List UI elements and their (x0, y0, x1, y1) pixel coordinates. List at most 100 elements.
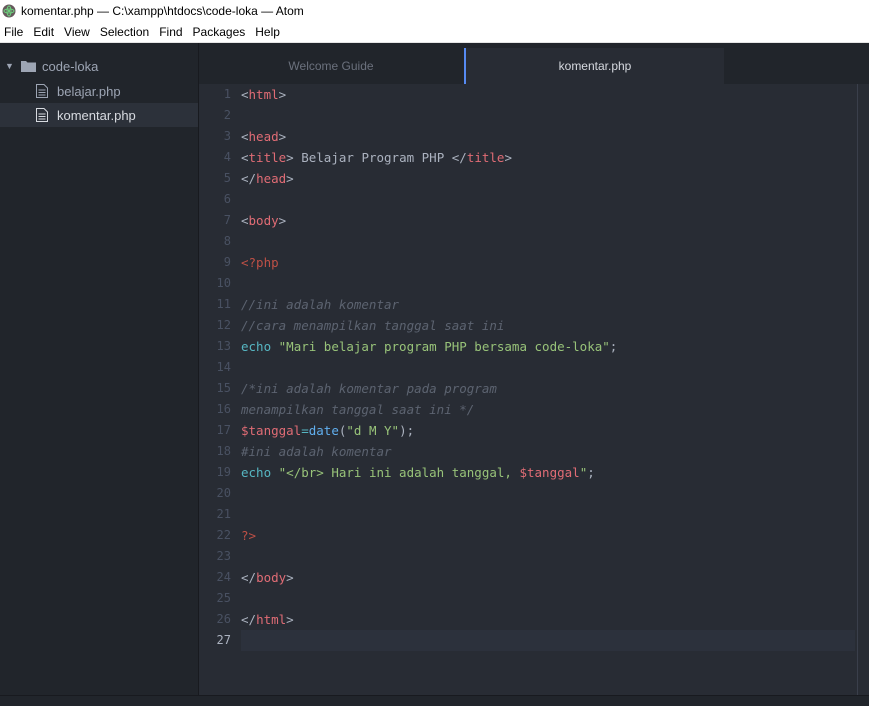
menu-help[interactable]: Help (251, 25, 286, 39)
line-number: 10 (216, 276, 231, 290)
code-token: > (278, 87, 287, 102)
code-token: title (466, 150, 505, 165)
code-line[interactable]: <title> Belajar Program PHP </title> (241, 147, 855, 168)
tree-file-label: belajar.php (57, 83, 121, 99)
code-token: "</br> Hari ini adalah tanggal, (278, 465, 520, 480)
code-line[interactable] (241, 588, 855, 609)
file-text-icon (36, 84, 48, 98)
window-title: komentar.php — C:\xampp\htdocs\code-loka… (21, 4, 304, 18)
code-token: < (241, 129, 249, 144)
code-token: #ini adalah komentar (241, 444, 392, 459)
code-editor[interactable]: 1 2 3 4 5 6 7 8 9 10 11 12 13 14 15 16 17 18 19 20 21 22 23 24 2… (199, 84, 869, 695)
line-number: 7 (223, 213, 231, 227)
code-token: = (301, 423, 309, 438)
code-line[interactable]: ?> (241, 525, 855, 546)
code-area[interactable]: <html> <head> <title> Belajar Program PHP … (241, 84, 855, 651)
code-token: > (278, 213, 287, 228)
code-line[interactable] (241, 357, 855, 378)
line-number: 12 (216, 318, 231, 332)
code-line[interactable]: </body> (241, 567, 855, 588)
code-token: </ (451, 150, 467, 165)
status-bar (0, 695, 869, 706)
code-token: ?> (241, 528, 257, 543)
menu-find[interactable]: Find (155, 25, 188, 39)
menu-file[interactable]: File (0, 25, 29, 39)
window-titlebar: komentar.php — C:\xampp\htdocs\code-loka… (0, 0, 869, 22)
code-token: /*ini adalah komentar pada program (241, 381, 497, 396)
code-line[interactable]: </html> (241, 609, 855, 630)
line-number: 1 (223, 87, 231, 101)
code-token: echo (241, 465, 279, 480)
code-line[interactable]: echo "</br> Hari ini adalah tanggal, $ta… (241, 462, 855, 483)
code-line[interactable]: </head> (241, 168, 855, 189)
atom-logo-icon (2, 4, 16, 18)
code-token: date (308, 423, 339, 438)
code-line[interactable] (241, 504, 855, 525)
tree-root-label: code-loka (42, 58, 99, 74)
code-line[interactable] (241, 189, 855, 210)
code-token: ); (399, 423, 415, 438)
line-number: 8 (223, 234, 231, 248)
code-line[interactable] (241, 546, 855, 567)
tab-komentar-php[interactable]: komentar.php (464, 48, 724, 84)
line-number: 22 (216, 528, 231, 542)
code-token: > (286, 570, 294, 585)
code-token: "Mari belajar program PHP bersama code-l… (278, 339, 610, 354)
code-token: <?php (241, 255, 279, 270)
tab-label: Welcome Guide (288, 59, 374, 73)
code-line[interactable]: <html> (241, 84, 855, 105)
line-number: 27 (216, 633, 231, 647)
code-line[interactable]: <head> (241, 126, 855, 147)
line-number: 17 (216, 423, 231, 437)
code-token: > (286, 150, 302, 165)
tree-root-folder[interactable]: ▼ code-loka (0, 53, 198, 79)
code-token: ; (587, 465, 595, 480)
line-number: 2 (223, 108, 231, 122)
code-line[interactable]: $tanggal=date("d M Y"); (241, 420, 855, 441)
file-text-icon (36, 108, 48, 122)
code-line[interactable] (241, 483, 855, 504)
code-line[interactable]: //ini adalah komentar (241, 294, 855, 315)
line-number: 5 (223, 171, 231, 185)
code-line[interactable]: /*ini adalah komentar pada program (241, 378, 855, 399)
menu-edit[interactable]: Edit (29, 25, 60, 39)
code-token: $tanggal (241, 423, 302, 438)
code-token: < (241, 87, 249, 102)
chevron-down-icon[interactable]: ▼ (5, 61, 15, 71)
code-line[interactable]: <body> (241, 210, 855, 231)
line-number: 6 (223, 192, 231, 206)
code-token: //ini adalah komentar (241, 297, 400, 312)
code-line[interactable]: <?php (241, 252, 855, 273)
code-line[interactable]: echo "Mari belajar program PHP bersama c… (241, 336, 855, 357)
code-token: html (248, 87, 279, 102)
code-token: body (256, 570, 287, 585)
code-token: head (256, 171, 287, 186)
line-number: 11 (216, 297, 231, 311)
line-number: 16 (216, 402, 231, 416)
line-number: 26 (216, 612, 231, 626)
menu-packages[interactable]: Packages (189, 25, 252, 39)
code-line[interactable]: #ini adalah komentar (241, 441, 855, 462)
tab-welcome-guide[interactable]: Welcome Guide (199, 48, 463, 84)
code-token: > (286, 612, 294, 627)
tree-file-belajar[interactable]: belajar.php (0, 79, 198, 103)
code-token: </ (241, 612, 257, 627)
line-number: 14 (216, 360, 231, 374)
code-line[interactable] (241, 273, 855, 294)
code-token: > (286, 171, 294, 186)
code-token: </ (241, 570, 257, 585)
code-token: < (241, 213, 249, 228)
line-number: 23 (216, 549, 231, 563)
code-line[interactable] (241, 231, 855, 252)
code-line[interactable]: menampilkan tanggal saat ini */ (241, 399, 855, 420)
code-token: //cara menampilkan tanggal saat ini (241, 318, 505, 333)
code-line[interactable] (241, 105, 855, 126)
code-token: < (241, 150, 249, 165)
tree-file-komentar[interactable]: komentar.php (0, 103, 198, 127)
line-number: 9 (223, 255, 231, 269)
menu-view[interactable]: View (60, 25, 96, 39)
menu-selection[interactable]: Selection (96, 25, 155, 39)
code-line[interactable]: //cara menampilkan tanggal saat ini (241, 315, 855, 336)
code-line[interactable] (241, 630, 855, 651)
line-number: 24 (216, 570, 231, 584)
